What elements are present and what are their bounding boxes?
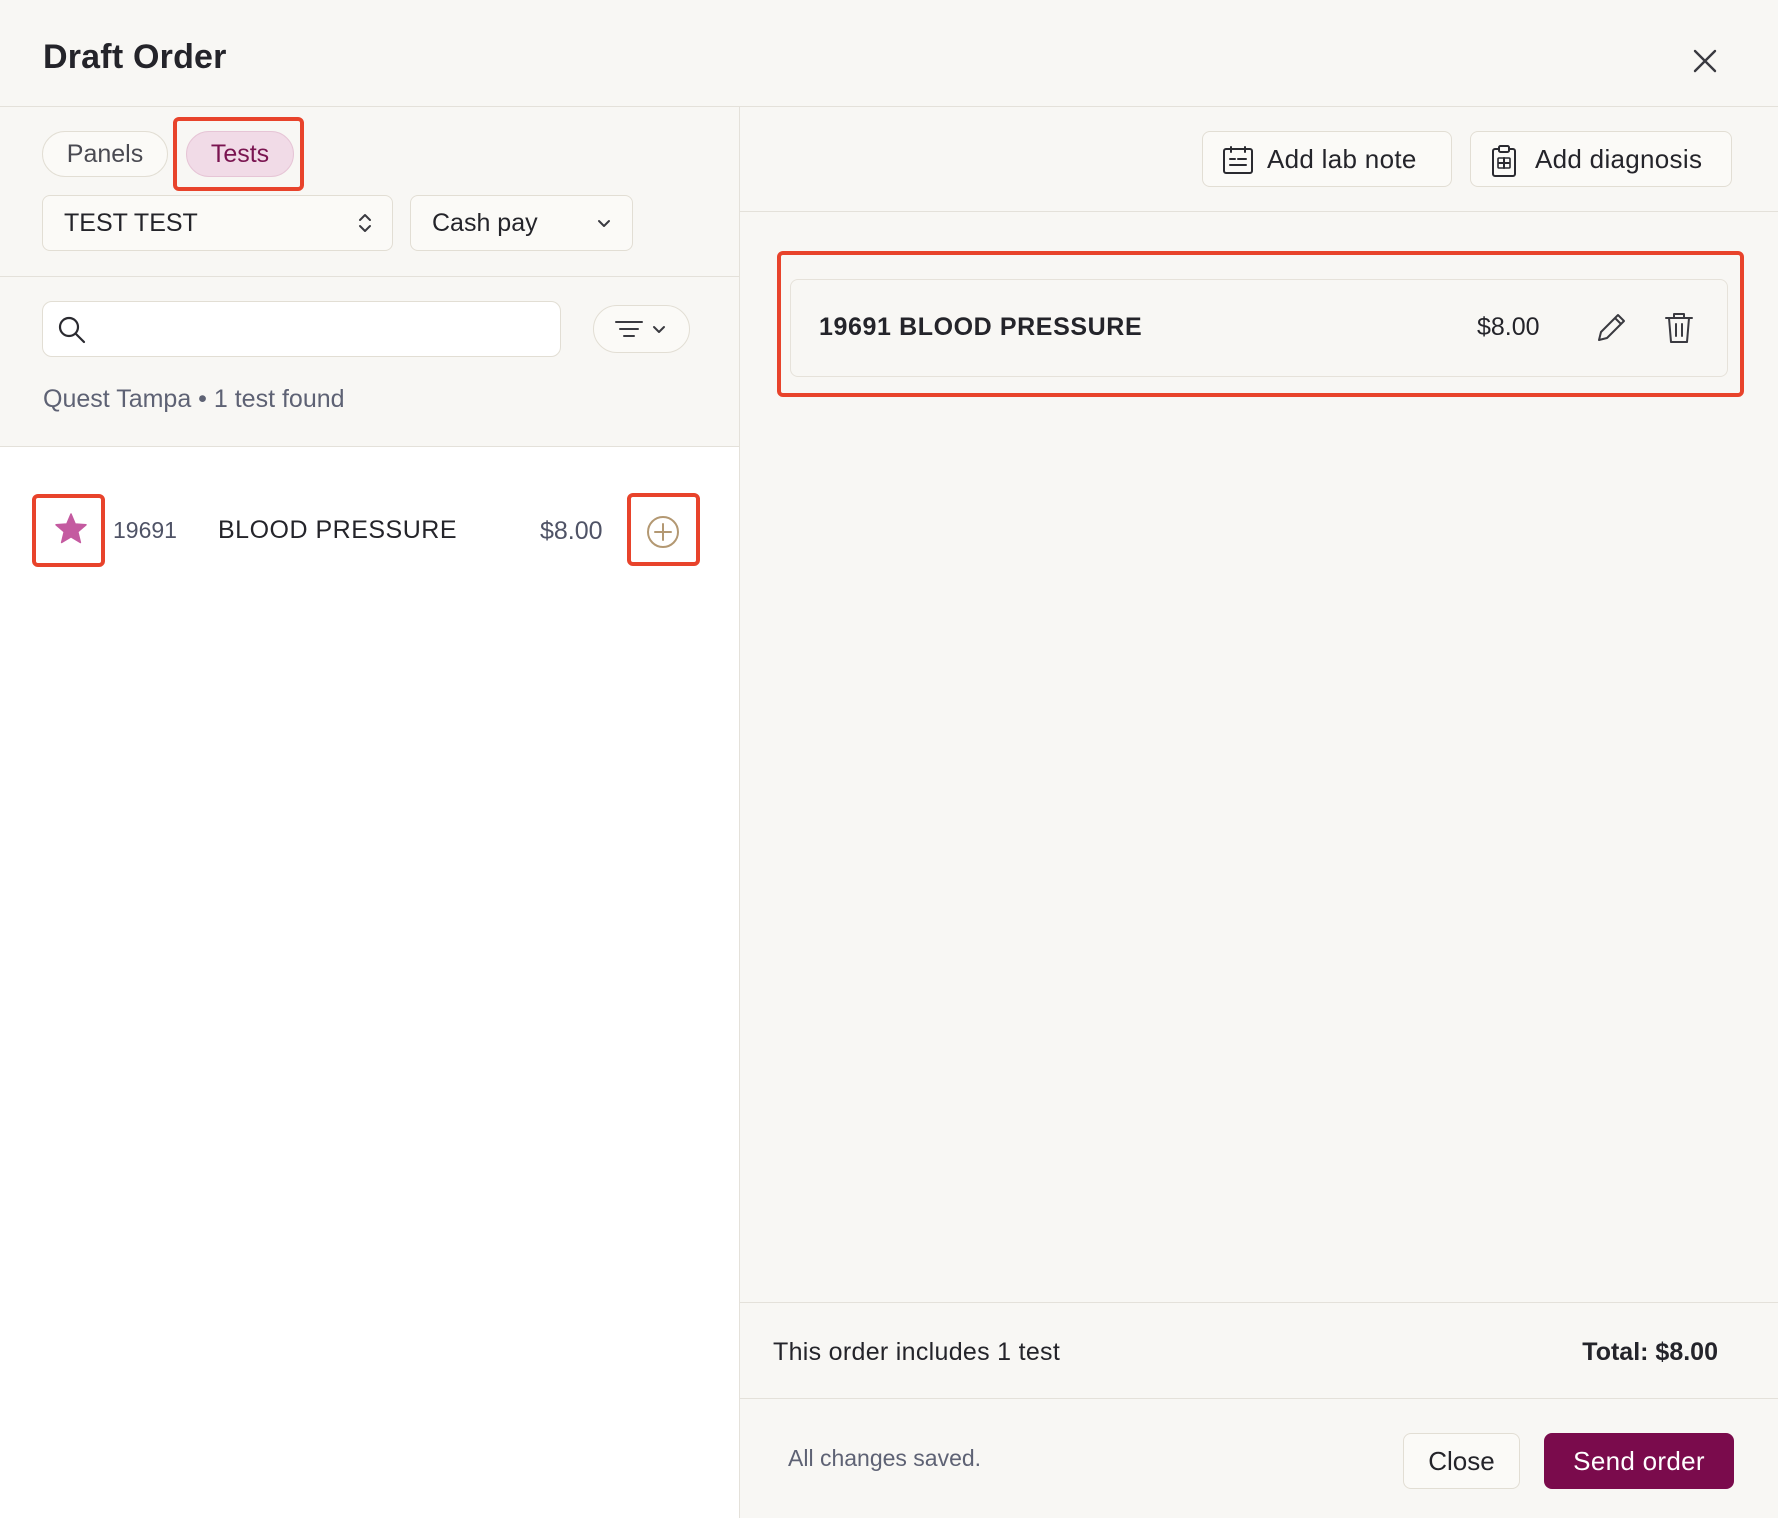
test-price: $8.00 [540, 517, 603, 545]
payment-select[interactable]: Cash pay [410, 195, 633, 251]
tab-tests[interactable]: Tests [186, 131, 294, 177]
close-button[interactable]: Close [1403, 1433, 1520, 1489]
add-lab-note-button[interactable]: Add lab note [1202, 131, 1452, 187]
patient-select[interactable]: TEST TEST [42, 195, 393, 251]
order-item-card: 19691 BLOOD PRESSURE $8.00 [790, 279, 1728, 377]
tab-panels-label: Panels [66, 139, 144, 168]
right-panel: Add lab note Add diagnosis 19691 BLOOD P… [740, 107, 1778, 1518]
close-icon[interactable] [1688, 44, 1722, 78]
result-count: Quest Tampa • 1 test found [43, 385, 345, 413]
order-item-name: 19691 BLOOD PRESSURE [819, 313, 1143, 341]
add-diagnosis-label: Add diagnosis [1535, 143, 1703, 174]
send-order-button[interactable]: Send order [1544, 1433, 1734, 1489]
note-icon [1223, 146, 1253, 174]
tab-tests-label: Tests [210, 139, 270, 168]
order-summary: This order includes 1 test Total: $8.00 [740, 1302, 1778, 1399]
payment-select-value: Cash pay [432, 208, 538, 237]
filter-icon [615, 321, 665, 337]
test-name: BLOOD PRESSURE [218, 516, 458, 544]
summary-total: Total: $8.00 [1582, 1338, 1718, 1366]
add-diagnosis-button[interactable]: Add diagnosis [1470, 131, 1732, 187]
pencil-icon[interactable] [1593, 310, 1629, 346]
clipboard-medical-icon [1492, 145, 1516, 177]
search-input-wrapper [42, 301, 561, 357]
order-item-price: $8.00 [1477, 313, 1540, 341]
patient-select-value: TEST TEST [64, 208, 198, 237]
send-order-label: Send order [1573, 1445, 1705, 1476]
filter-button[interactable] [593, 305, 690, 353]
add-lab-note-label: Add lab note [1267, 143, 1417, 174]
summary-text: This order includes 1 test [773, 1338, 1061, 1366]
trash-icon[interactable] [1661, 310, 1697, 346]
search-icon [58, 316, 86, 344]
updown-chevron-icon [359, 214, 371, 232]
test-code: 19691 [113, 517, 177, 543]
right-toolbar: Add lab note Add diagnosis [740, 107, 1778, 212]
tab-panels[interactable]: Panels [42, 131, 168, 177]
star-icon[interactable] [53, 511, 89, 547]
left-panel: Panels Tests TEST TEST Cash pay Quest Ta… [0, 107, 740, 1518]
search-input[interactable] [101, 310, 541, 348]
dialog-header: Draft Order [0, 0, 1778, 107]
close-button-label: Close [1428, 1445, 1495, 1476]
save-status: All changes saved. [788, 1445, 982, 1471]
page-title: Draft Order [43, 38, 227, 76]
chevron-down-icon [598, 220, 610, 227]
add-circle-icon[interactable] [645, 514, 681, 550]
